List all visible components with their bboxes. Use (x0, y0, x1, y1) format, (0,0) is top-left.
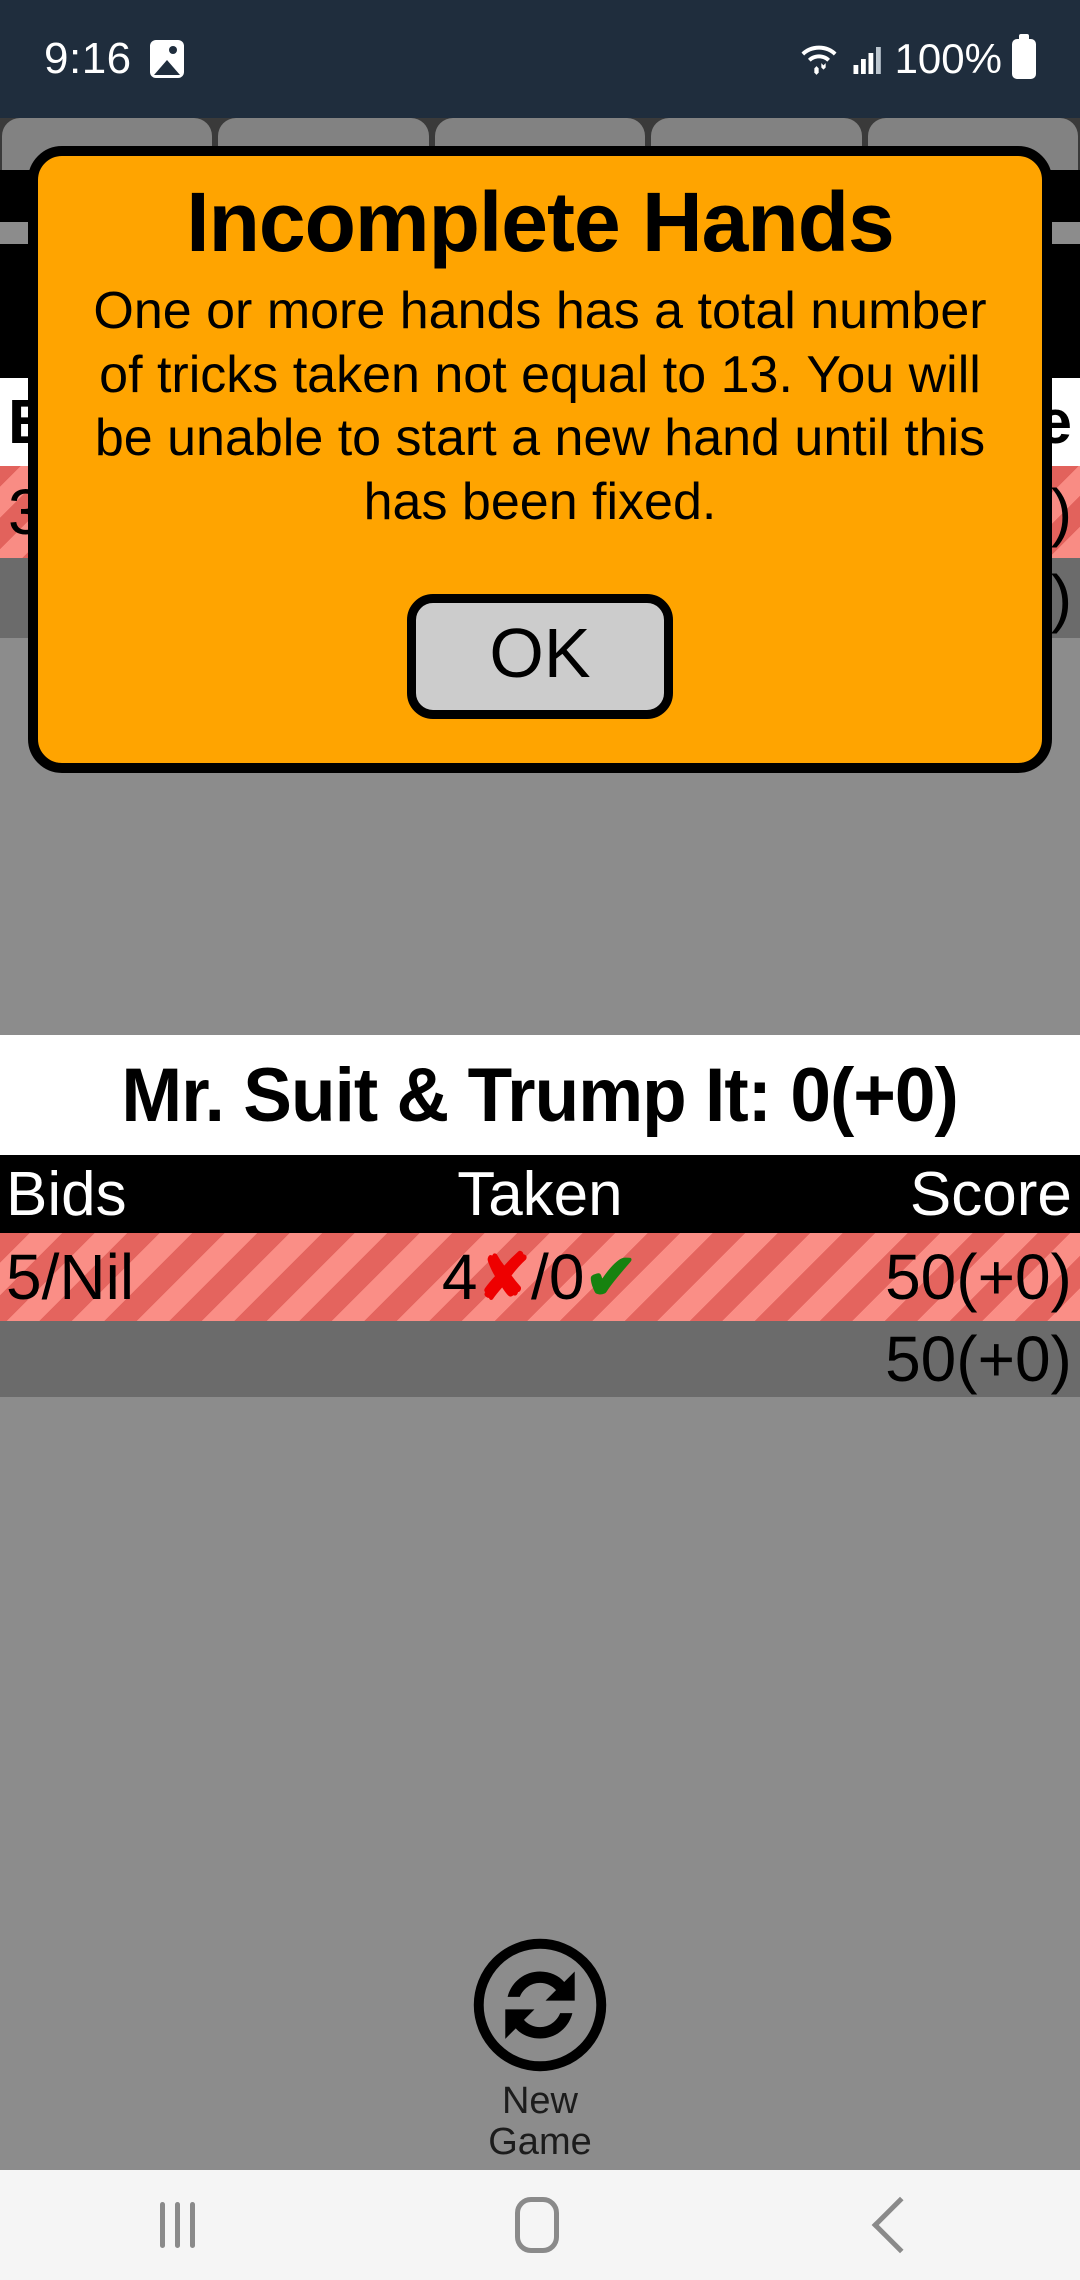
cell-taken[interactable]: 4✘/0✔ (360, 1240, 720, 1315)
x-mark-icon: ✘ (477, 1240, 532, 1313)
status-bar-right: 100% (799, 34, 1036, 83)
ok-button[interactable]: OK (407, 593, 673, 720)
signal-bars-icon (853, 47, 881, 74)
gallery-icon (149, 40, 184, 78)
new-game-label-line2: Game (488, 2121, 592, 2164)
wifi-icon (801, 45, 837, 75)
dialog-actions: OK (68, 593, 1012, 734)
new-game-label: New Game (488, 2080, 592, 2164)
new-game-label-line1: New (501, 2080, 578, 2122)
incomplete-hands-dialog: Incomplete Hands One or more hands has a… (28, 146, 1052, 774)
scorecard-title-bar: Mr. Suit & Trump It: 0(+0) (0, 1035, 1080, 1155)
column-header-score: Score (909, 1159, 1072, 1229)
cell-score[interactable]: 50(+0) (720, 1322, 1080, 1396)
taken-second-value: 0 (548, 1240, 585, 1313)
home-icon[interactable] (515, 2197, 560, 2253)
column-header-bids: Bids (6, 1159, 127, 1229)
scorecard: Mr. Suit & Trump It: 0(+0) Bids Taken Sc… (0, 1035, 1080, 1397)
refresh-circle-icon (473, 1938, 607, 2072)
status-bar-left: 9:16 (44, 34, 184, 84)
table-row[interactable]: 5/Nil 4✘/0✔ 50(+0) (0, 1233, 1080, 1321)
status-bar: 9:16 100% (0, 0, 1080, 118)
recents-icon[interactable] (160, 2202, 196, 2248)
taken-separator: / (531, 1240, 549, 1313)
table-row[interactable]: 50(+0) (0, 1321, 1080, 1397)
battery-icon (1012, 34, 1036, 79)
cell-score[interactable]: 50(+0) (720, 1240, 1080, 1314)
scorecard-table-header: Bids Taken Score (0, 1155, 1080, 1233)
dialog-title: Incomplete Hands (186, 175, 894, 269)
battery-percentage: 100% (894, 35, 1002, 82)
column-header-taken: Taken (457, 1159, 623, 1229)
new-game-button[interactable]: New Game (0, 1935, 1080, 2163)
android-nav-bar (0, 2170, 1080, 2280)
phone-screen: 9:16 100% e 3 Incomplete Hands One or mo… (0, 0, 1080, 2280)
cell-bids[interactable]: 5/Nil (0, 1240, 360, 1314)
dialog-message: One or more hands has a total number of … (93, 282, 987, 531)
taken-first-value: 4 (441, 1240, 478, 1313)
check-mark-icon: ✔ (584, 1240, 639, 1313)
back-icon[interactable] (871, 2196, 929, 2254)
page-title: Mr. Suit & Trump It: 0(+0) (121, 1052, 959, 1138)
status-bar-clock: 9:16 (44, 34, 132, 83)
